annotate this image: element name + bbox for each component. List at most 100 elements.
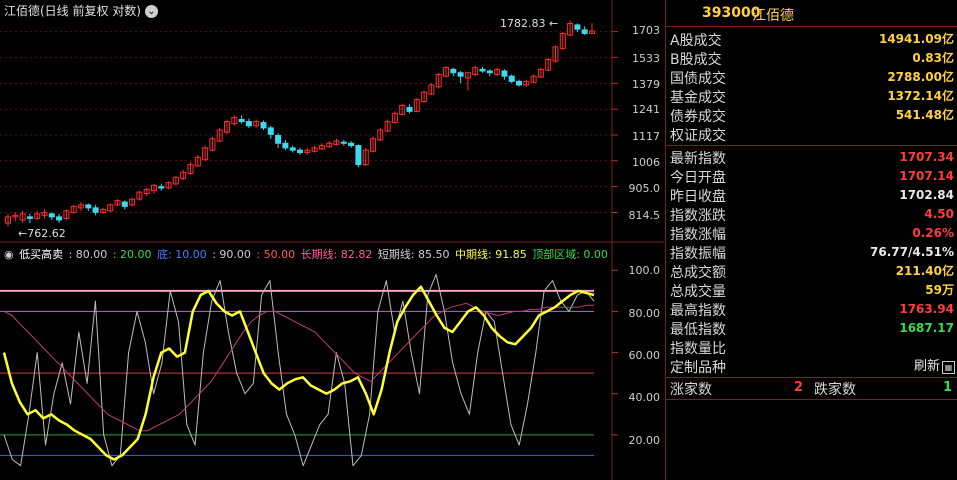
divider [666,399,957,400]
refresh-button[interactable]: 刷新 [914,357,940,376]
quote-row: 国债成交 2788.00亿 [666,68,957,87]
row-label: 最新指数 [670,151,726,167]
grid-icon[interactable]: ▦ [942,361,955,374]
candle-body [486,70,493,74]
divider [666,377,957,378]
candle-body [92,207,99,213]
low-price-label: ←762.62 [18,227,66,240]
row-label: 指数振幅 [670,246,726,262]
price-tick: 814.5 [628,209,661,222]
chevron-down-icon[interactable]: ⌄ [145,5,158,18]
indicator-legend-marker: ◉ [4,248,14,261]
rise-count: 2 [794,380,804,395]
price-tick: 1006 [632,156,660,169]
quote-row: 最低指数 1687.17 [666,319,957,338]
fall-label: 跌家数 [814,382,856,398]
candle-body [516,80,522,86]
indicator-legend-item: 中期线: 91.85 [455,248,527,261]
quote-row: 债券成交 541.48亿 [666,106,957,125]
quote-row: B股成交 0.83亿 [666,49,957,68]
row-value: 1707.14 [899,169,954,183]
high-price-label: 1782.83 ← [500,17,559,30]
indicator-legend-item: 长期线: 82.82 [300,248,373,261]
candle-body [85,204,92,209]
divider [666,145,957,146]
candle-body [574,24,581,30]
indicator-tick: 20.00 [628,434,661,447]
row-label: 权证成交 [670,128,726,144]
chart-area[interactable]: 江佰德(日线 前复权 对数) ⌄ 1782.83 ← ←762.62 1703 1… [0,0,664,480]
price-tick: 1533 [632,52,660,65]
price-tick: 905.0 [628,182,661,195]
indicator-tick: 100.0 [628,264,661,277]
candle-body [245,121,252,127]
candle-body [501,70,508,77]
price-tick: 1241 [632,103,660,116]
row-label: 昨日收盘 [670,189,726,205]
quote-row: 今日开盘 1707.14 [666,167,957,186]
quote-row: 权证成交 [666,125,957,144]
quote-row: 昨日收盘 1702.84 [666,186,957,205]
quote-row: 总成交量 59万 [666,281,957,300]
candle-body [121,201,128,207]
candle-body [348,142,355,147]
candle-body [282,142,289,149]
candle-body [275,134,282,144]
row-value: 59万 [925,283,954,297]
candle-body [297,149,303,154]
breadth-row: 涨家数 2 跌家数 1 [666,379,957,398]
candle-body [48,213,55,218]
candle-body [355,145,362,166]
index-name: 江佰德 [752,8,794,24]
row-value: 1763.94 [899,302,954,316]
indicator-legend-item: : 90.00 [212,248,251,261]
rise-label: 涨家数 [670,382,712,398]
row-value: 76.77/4.51% [870,245,954,259]
candle-body [158,186,165,189]
row-label: 债券成交 [670,109,726,125]
row-value: 14941.09亿 [878,32,954,46]
quote-row: 指数涨跌 4.50 [666,205,957,224]
quote-row: 最高指数 1763.94 [666,300,957,319]
panel-header: 393000 江佰德 [666,0,957,26]
indicator-legend-item: : 80.00 [68,248,108,261]
row-label: B股成交 [670,52,722,68]
row-label: 最高指数 [670,303,726,319]
quote-row: 基金成交 1372.14亿 [666,87,957,106]
row-label: 指数涨跌 [670,208,726,224]
indicator-legend: ◉ 低买高卖 : 80.00 : 20.00 底: 10.00 : 90.00 … [4,246,610,262]
candle-body [581,29,588,34]
quote-row: 最新指数 1707.34 [666,148,957,167]
candle-body [238,118,245,123]
candle-body [479,68,486,72]
row-label: 总成交额 [670,265,726,281]
candle-body [26,216,33,219]
quote-row: A股成交 14941.09亿 [666,30,957,49]
row-value: 2788.00亿 [887,70,954,84]
chart-canvas[interactable] [0,0,664,480]
indicator-legend-item: 顶部区域: 0.00 [532,248,608,261]
candle-body [267,127,274,135]
indicator-legend-item: : 20.00 [112,248,152,261]
row-value: 4.50 [924,207,954,221]
row-value: 541.48亿 [895,108,954,122]
price-tick: 1379 [632,78,660,91]
long-term-line [3,302,594,432]
candle-body [340,141,347,144]
quote-row: 指数涨幅 0.26% [666,224,957,243]
row-value: 1372.14亿 [887,89,954,103]
candle-body [457,72,464,77]
indicator-name[interactable]: 低买高卖 [19,248,63,261]
row-label: 定制品种 [670,360,726,376]
row-value: 0.83亿 [912,51,954,65]
candle-body [406,106,413,112]
chart-title-text: 江佰德(日线 前复权 对数) [4,4,141,18]
candle-body [508,75,515,82]
indicator-legend-item: 短期线: 85.50 [377,248,450,261]
candle-body [289,147,296,151]
short-term-line [3,273,595,467]
row-label: A股成交 [670,33,722,49]
row-label: 最低指数 [670,322,726,338]
row-value: 211.40亿 [895,264,954,278]
row-label: 指数量比 [670,341,726,357]
